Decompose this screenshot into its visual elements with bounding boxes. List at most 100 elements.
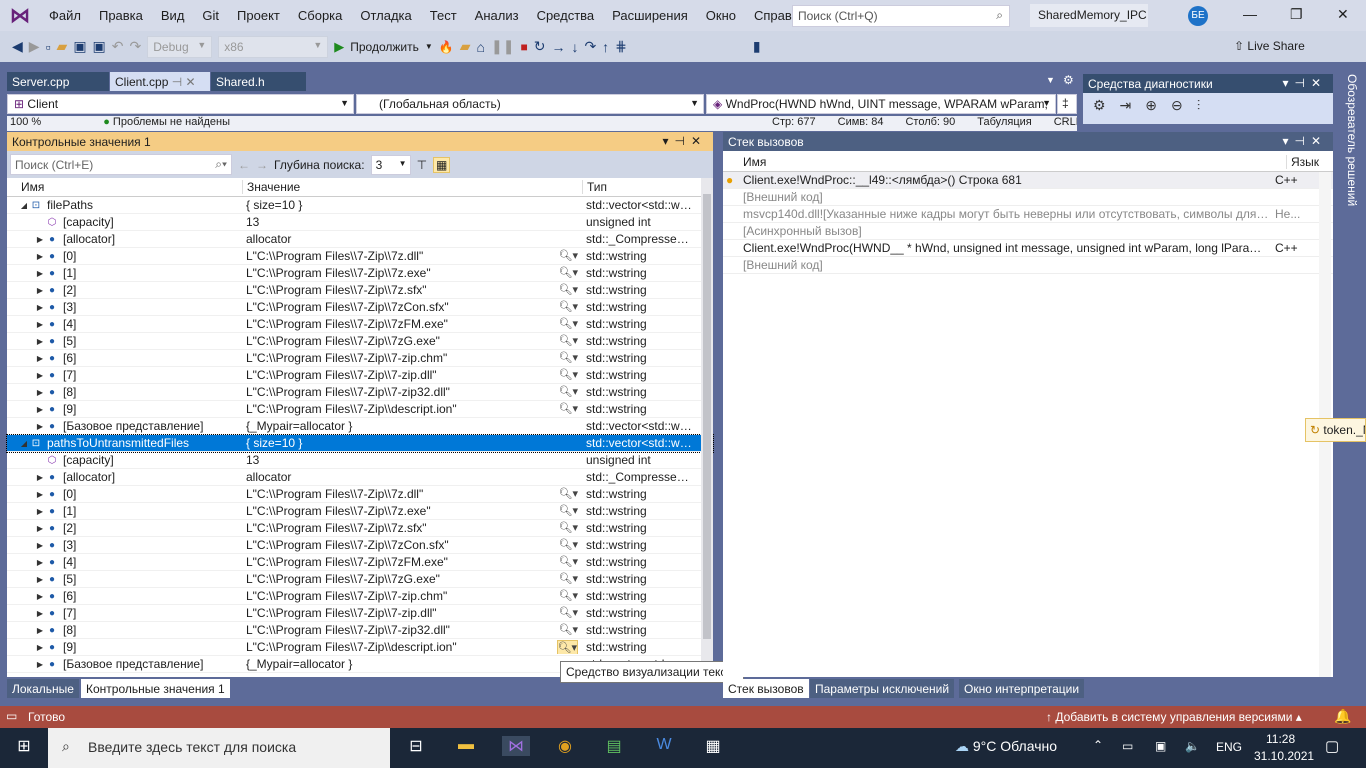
- depth-select[interactable]: 3 ▼: [370, 154, 411, 175]
- watch-row[interactable]: ▶ ● [allocator] allocator std::_Compressed…: [7, 231, 713, 248]
- menu-item[interactable]: Сборка: [289, 8, 352, 23]
- expand-icon[interactable]: ▶: [35, 388, 45, 397]
- expand-icon[interactable]: ▶: [35, 507, 45, 516]
- config-select[interactable]: Debug ▼: [147, 35, 213, 58]
- maximize-button[interactable]: ❐: [1290, 6, 1303, 23]
- bell-icon[interactable]: 🔔: [1334, 708, 1351, 725]
- continue-button[interactable]: Продолжить: [350, 40, 419, 54]
- watch-row[interactable]: ▶ ● [0] L"C:\\Program Files\\7-Zip\\7z.dll…: [7, 248, 713, 265]
- panel-controls[interactable]: ▾⊣✕: [1282, 76, 1327, 90]
- watch-row[interactable]: ▶ ● [2] L"C:\\Program Files\\7-Zip\\7z.sfx…: [7, 282, 713, 299]
- windows-start-icon[interactable]: ⊞: [10, 736, 38, 756]
- panel-controls[interactable]: ▾⊣✕: [1282, 134, 1327, 148]
- hex-toggle-icon[interactable]: ▦: [433, 156, 451, 173]
- watch-row[interactable]: ▶ ● [8] L"C:\\Program Files\\7-Zip\\7-zip3…: [7, 622, 713, 639]
- expand-icon[interactable]: ▶: [35, 371, 45, 380]
- undo-icon[interactable]: ↶: [112, 38, 124, 55]
- text-visualizer-icon[interactable]: 🔍︎▾: [559, 555, 579, 568]
- restart-icon[interactable]: ↻: [534, 38, 546, 55]
- watch-row[interactable]: ▶ ● [5] L"C:\\Program Files\\7-Zip\\7zG.ex…: [7, 571, 713, 588]
- menu-item[interactable]: Анализ: [466, 8, 528, 23]
- find-icon[interactable]: ▰: [460, 38, 471, 55]
- watch-row[interactable]: ◢ ⊡ pathsToUntransmittedFiles { size=10 } …: [6, 434, 714, 453]
- watch-row[interactable]: ⬡ [capacity] 13 unsigned int: [7, 452, 713, 469]
- watch-row[interactable]: ▶ ● [3] L"C:\\Program Files\\7-Zip\\7zCon.…: [7, 299, 713, 316]
- new-item-icon[interactable]: ▫: [46, 39, 51, 55]
- expand-icon[interactable]: ▶: [35, 609, 45, 618]
- watch-row[interactable]: ◢ ⊡ filePaths { size=10 } std::vector<std:…: [7, 197, 713, 214]
- add-to-source-control[interactable]: ↑ Добавить в систему управления версиями…: [1046, 710, 1302, 724]
- expand-icon[interactable]: ▶: [35, 473, 45, 482]
- store-icon[interactable]: ▦: [699, 736, 727, 756]
- call-stack-row[interactable]: msvcp140d.dll![Указанные ниже кадры могу…: [723, 206, 1333, 223]
- menu-item[interactable]: Файл: [40, 8, 90, 23]
- tray-chevron-icon[interactable]: ⌃: [1093, 738, 1103, 752]
- platform-select[interactable]: x86 ▼: [218, 35, 329, 58]
- text-visualizer-icon[interactable]: 🔍︎▾: [559, 300, 579, 313]
- expand-icon[interactable]: ▶: [35, 524, 45, 533]
- expand-icon[interactable]: ▶: [35, 660, 45, 669]
- call-stack-row[interactable]: ● Client.exe!WndProc::__l49::<лямбда>() С…: [723, 172, 1333, 189]
- diagnostics-toolbar[interactable]: ⚙⇥⊕⊖⫶: [1083, 93, 1333, 118]
- tab-watch-1[interactable]: Контрольные значения 1: [81, 679, 230, 698]
- watch-row[interactable]: ▶ ● [6] L"C:\\Program Files\\7-Zip\\7-zip.…: [7, 350, 713, 367]
- project-select[interactable]: ⊞ Client ▼: [7, 94, 354, 114]
- watch-row[interactable]: ▶ ● [3] L"C:\\Program Files\\7-Zip\\7zCon.…: [7, 537, 713, 554]
- call-stack-row[interactable]: [Асинхронный вызов]: [723, 223, 1333, 240]
- watch-row[interactable]: ▶ ● [9] L"C:\\Program Files\\7-Zip\\descri…: [7, 401, 713, 418]
- menu-item[interactable]: Отладка: [351, 8, 420, 23]
- expand-icon[interactable]: ▶: [35, 252, 45, 261]
- collapse-icon[interactable]: ◢: [19, 439, 29, 448]
- save-all-icon[interactable]: ▣: [93, 38, 106, 55]
- text-visualizer-icon[interactable]: 🔍︎▾: [559, 368, 579, 381]
- expand-icon[interactable]: ▶: [35, 337, 45, 346]
- avatar[interactable]: БЕ: [1188, 6, 1208, 26]
- expand-icon[interactable]: ▶: [35, 626, 45, 635]
- watch-row[interactable]: ▶ ● [allocator] allocator std::_Compressed…: [7, 469, 713, 486]
- expand-icon[interactable]: ▶: [35, 286, 45, 295]
- thread-icon[interactable]: ⋕: [615, 38, 627, 55]
- watch-row[interactable]: ▶ ● [4] L"C:\\Program Files\\7-Zip\\7zFM.e…: [7, 554, 713, 571]
- text-visualizer-icon[interactable]: 🔍︎▾: [559, 487, 579, 500]
- forward-icon[interactable]: →: [256, 158, 268, 172]
- chrome-icon[interactable]: ◉: [551, 736, 579, 756]
- menu-item[interactable]: Правка: [90, 8, 152, 23]
- visual-studio-icon[interactable]: ⋈: [502, 736, 530, 756]
- watch-row[interactable]: ▶ ● [7] L"C:\\Program Files\\7-Zip\\7-zip.…: [7, 605, 713, 622]
- menu-item[interactable]: Средства: [528, 8, 604, 23]
- tab-immediate-window[interactable]: Окно интерпретации: [959, 679, 1085, 698]
- text-visualizer-icon[interactable]: 🔍︎▾: [559, 606, 579, 619]
- expand-icon[interactable]: ▶: [35, 269, 45, 278]
- bookmark-icon[interactable]: ▮: [753, 38, 761, 55]
- battery-icon[interactable]: ▭: [1122, 739, 1133, 753]
- close-button[interactable]: ✕: [1337, 6, 1349, 23]
- close-tab-icon[interactable]: ✕: [186, 75, 196, 89]
- tab-call-stack[interactable]: Стек вызовов: [723, 679, 809, 698]
- weather-widget[interactable]: ☁ 9°C Облачно: [955, 738, 1057, 755]
- volume-icon[interactable]: 🔈: [1185, 739, 1200, 753]
- watch-row[interactable]: ▶ ● [4] L"C:\\Program Files\\7-Zip\\7zFM.e…: [7, 316, 713, 333]
- gear-icon[interactable]: ⚙: [1063, 73, 1074, 87]
- taskbar-search-input[interactable]: ⌕ Введите здесь текст для поиска: [48, 728, 390, 768]
- text-visualizer-icon[interactable]: 🔍︎▾: [559, 266, 579, 279]
- watch-search-input[interactable]: Поиск (Ctrl+E) ⌕▾: [10, 154, 232, 175]
- expand-icon[interactable]: ▶: [35, 490, 45, 499]
- call-stack-row[interactable]: [Внешний код]: [723, 257, 1333, 274]
- live-share-button[interactable]: ⇧ Live Share: [1234, 39, 1305, 53]
- menu-item[interactable]: Расширения: [603, 8, 697, 23]
- step-out-icon[interactable]: ↑: [602, 39, 609, 55]
- watch-row[interactable]: ▶ ● [Базовое представление] {_Mypair=alloc…: [7, 418, 713, 435]
- save-icon[interactable]: ▣: [73, 38, 86, 55]
- watch-row[interactable]: ▶ ● [0] L"C:\\Program Files\\7-Zip\\7z.dll…: [7, 486, 713, 503]
- watch-row[interactable]: ▶ ● [6] L"C:\\Program Files\\7-Zip\\7-zip.…: [7, 588, 713, 605]
- expand-icon[interactable]: ▶: [35, 303, 45, 312]
- text-visualizer-icon[interactable]: 🔍︎▾: [556, 640, 578, 654]
- text-visualizer-icon[interactable]: 🔍︎▾: [559, 572, 579, 585]
- file-explorer-icon[interactable]: ▬: [452, 736, 480, 754]
- text-visualizer-icon[interactable]: 🔍︎▾: [559, 283, 579, 296]
- text-visualizer-icon[interactable]: 🔍︎▾: [559, 589, 579, 602]
- redo-icon[interactable]: ↷: [130, 38, 142, 55]
- expand-icon[interactable]: ▶: [35, 592, 45, 601]
- menu-item[interactable]: Тест: [421, 8, 466, 23]
- watch-row[interactable]: ▶ ● [5] L"C:\\Program Files\\7-Zip\\7zG.ex…: [7, 333, 713, 350]
